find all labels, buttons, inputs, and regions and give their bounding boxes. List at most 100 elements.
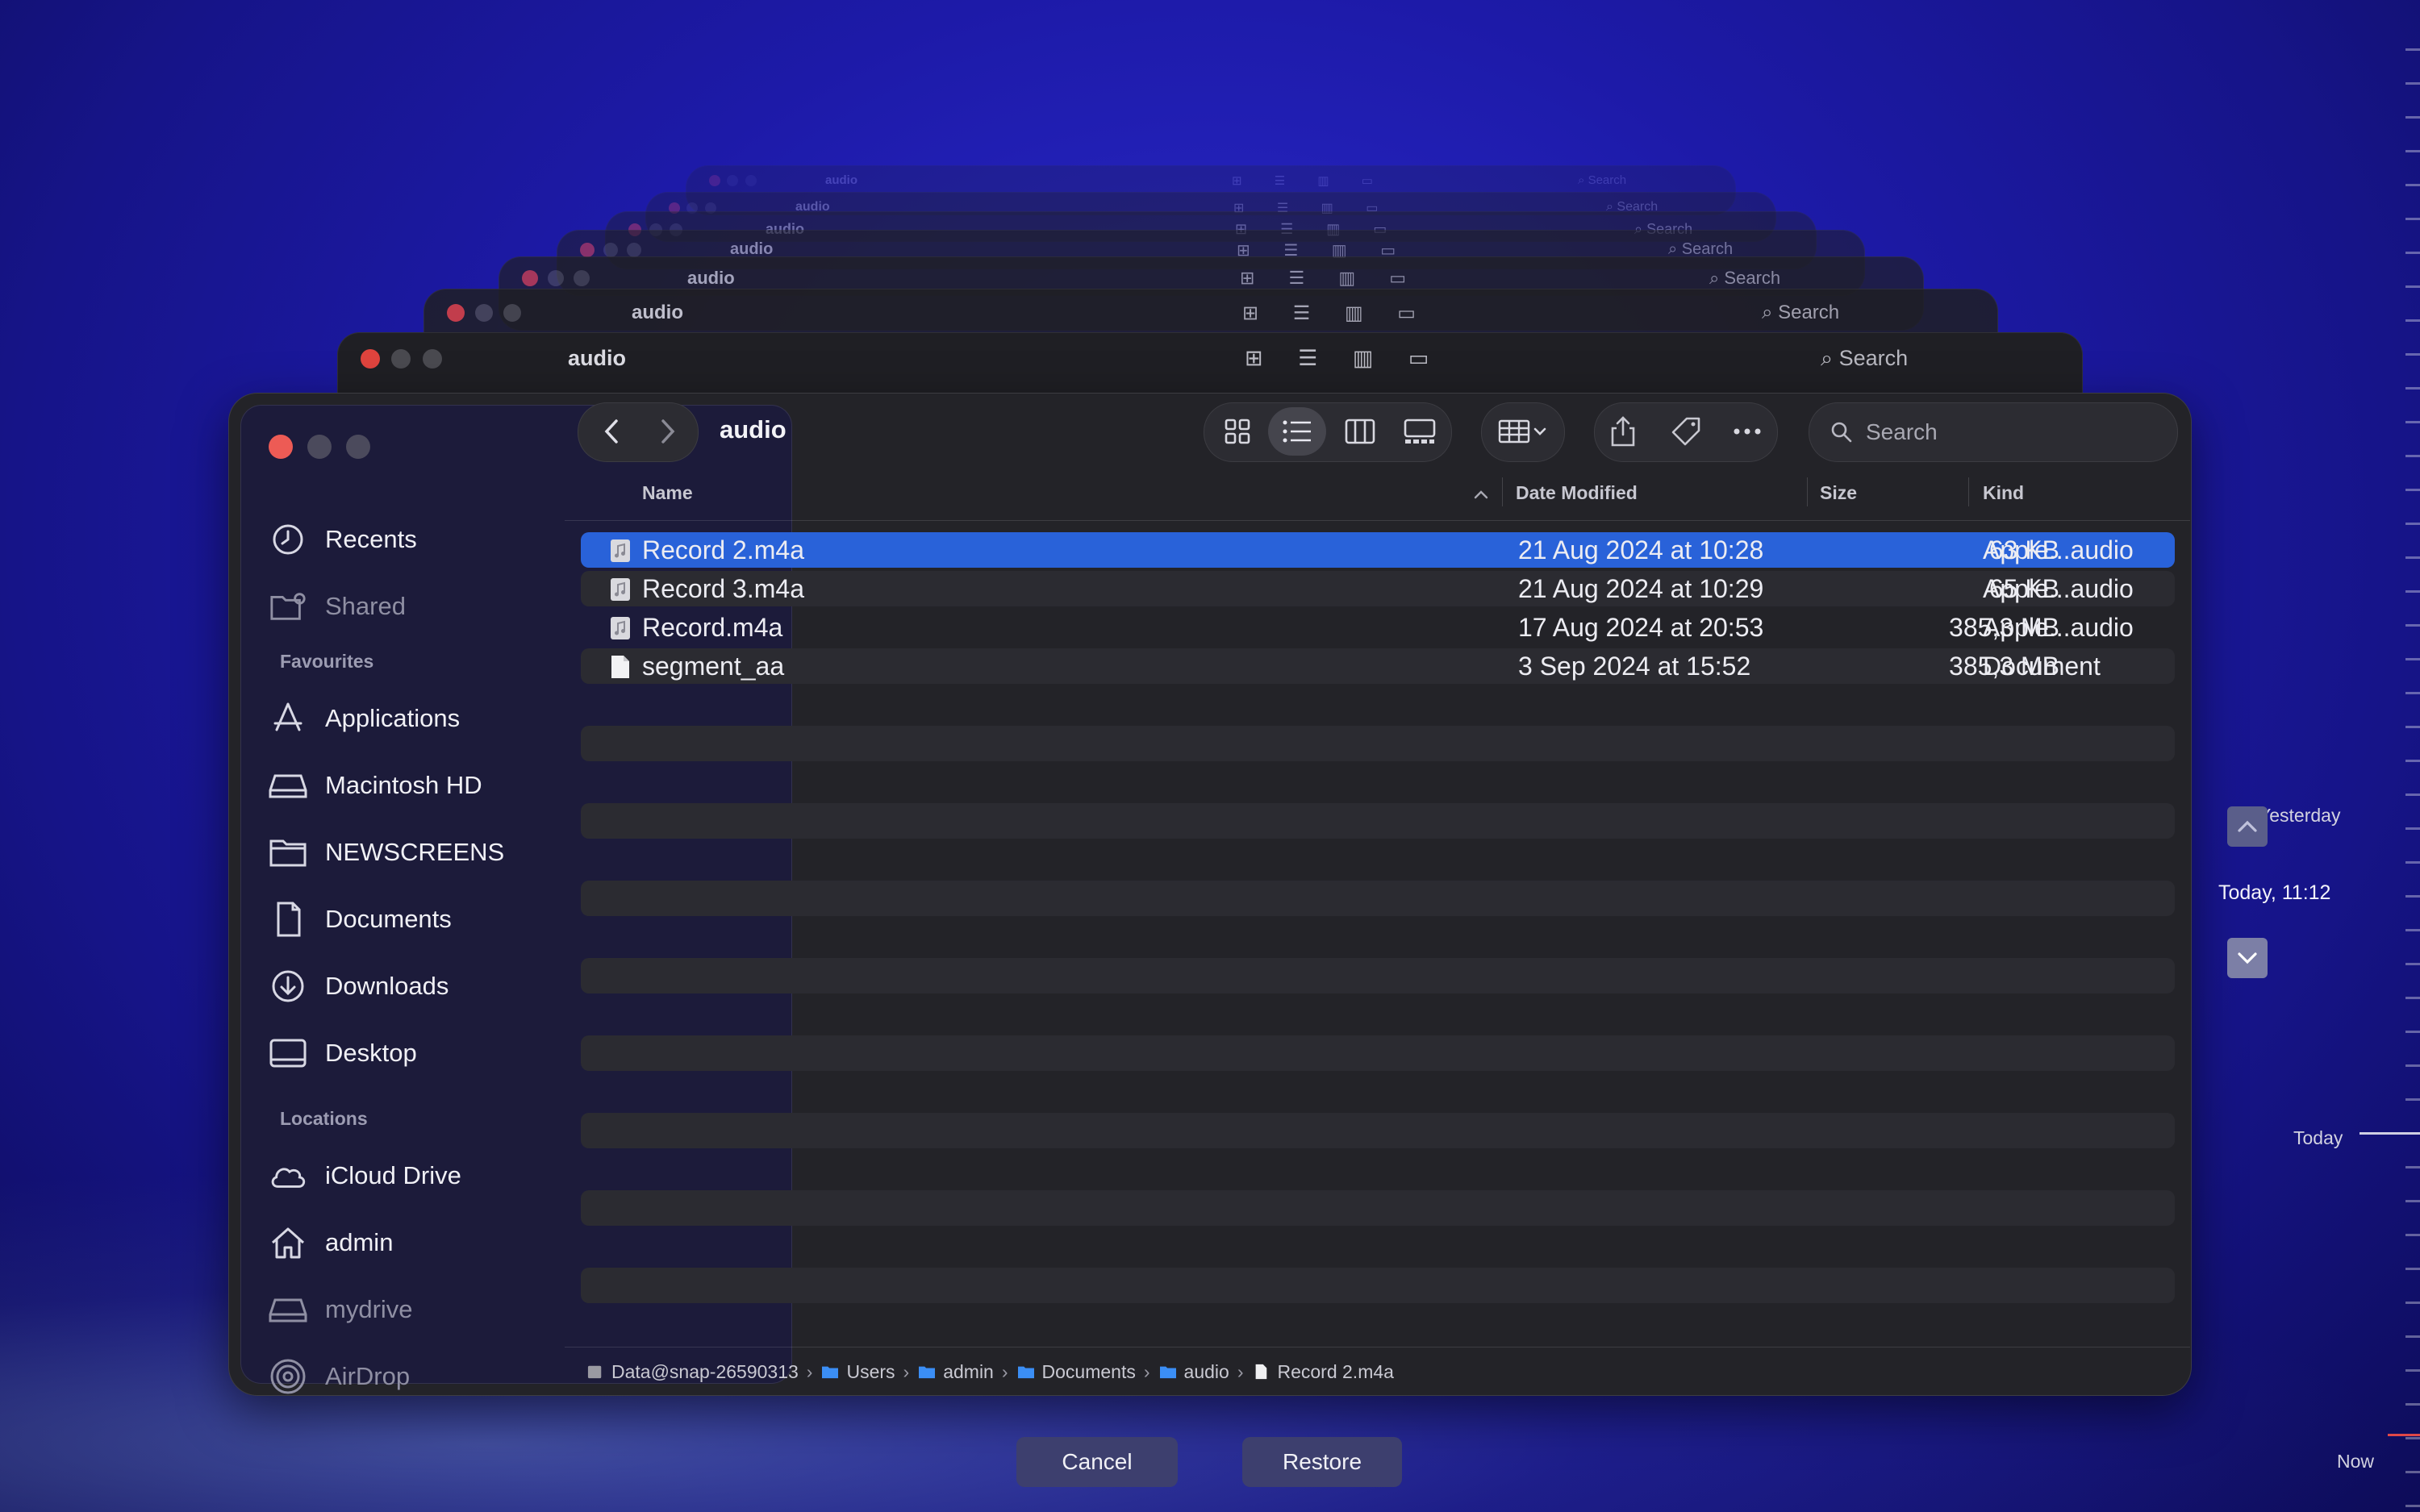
column-separator[interactable] xyxy=(1807,477,1808,506)
path-segment[interactable]: Data@snap-26590313 xyxy=(586,1361,799,1383)
file-date-modified: 17 Aug 2024 at 20:53 xyxy=(1518,613,1764,642)
column-separator[interactable] xyxy=(1968,477,1969,506)
file-row[interactable]: Record.m4a 17 Aug 2024 at 20:53 385,3 MB Ap… xyxy=(581,610,2175,645)
download-icon xyxy=(269,967,307,1006)
folder-icon xyxy=(919,1366,936,1379)
sidebar-item-label: Documents xyxy=(325,905,452,933)
minimize-button[interactable] xyxy=(307,435,332,459)
cancel-button[interactable]: Cancel xyxy=(1016,1437,1178,1487)
list-view-button[interactable] xyxy=(1268,407,1326,456)
window-title: audio xyxy=(720,415,786,444)
empty-row xyxy=(581,1113,2175,1148)
forward-button[interactable] xyxy=(644,407,692,456)
ghost-close-button xyxy=(447,304,465,322)
icon-view-button[interactable] xyxy=(1215,410,1260,452)
timeline-down-button[interactable] xyxy=(2227,938,2268,978)
ghost-window-title: audio xyxy=(632,301,683,323)
restore-button[interactable]: Restore xyxy=(1242,1437,1402,1487)
more-actions-button[interactable] xyxy=(1725,410,1770,452)
file-name: Record.m4a xyxy=(642,613,783,642)
column-separator[interactable] xyxy=(1502,477,1503,506)
file-row[interactable]: segment_aa 3 Sep 2024 at 15:52 385,3 MB Doc… xyxy=(581,648,2175,684)
timeline-tick xyxy=(2405,353,2420,356)
timeline-tick xyxy=(2405,1200,2420,1202)
sidebar-item-label: iCloud Drive xyxy=(325,1161,461,1189)
sidebar-item-label: admin xyxy=(325,1228,394,1256)
timeline-tick xyxy=(2405,1335,2420,1338)
folder-icon xyxy=(1017,1366,1034,1379)
path-segment[interactable]: audio xyxy=(1158,1361,1229,1383)
empty-row xyxy=(581,881,2175,916)
chevron-right-icon: › xyxy=(1237,1360,1244,1382)
back-button[interactable] xyxy=(587,407,636,456)
path-segment-label: Documents xyxy=(1041,1360,1136,1382)
favourites-heading: Favourites xyxy=(280,651,374,672)
column-header-name[interactable]: Name xyxy=(642,482,693,504)
file-date-modified: 3 Sep 2024 at 15:52 xyxy=(1518,652,1751,681)
timeline-tick xyxy=(2405,48,2420,51)
tag-button[interactable] xyxy=(1663,410,1709,452)
ghost-window-button xyxy=(745,175,757,186)
timeline-tick xyxy=(2405,421,2420,423)
timeline-tick xyxy=(2405,82,2420,85)
close-button[interactable] xyxy=(269,435,293,459)
ghost-window-title: audio xyxy=(687,267,735,288)
timeline-tick xyxy=(2405,455,2420,457)
ghost-window-button xyxy=(727,175,739,186)
column-header-kind[interactable]: Kind xyxy=(1983,482,2024,504)
ghost-search-field: ⌕ Search xyxy=(1578,173,1627,187)
sidebar-item-label: Shared xyxy=(325,592,406,620)
file-row[interactable]: Record 2.m4a 21 Aug 2024 at 10:28 63 KB App… xyxy=(581,532,2175,568)
share-icon xyxy=(1611,416,1635,447)
path-segment[interactable]: Record 2.m4a xyxy=(1251,1360,1394,1383)
path-bar-items: Data@snap-26590313 › Users › admin › Documents… xyxy=(586,1358,1394,1385)
timeline-tick xyxy=(2405,150,2420,152)
ghost-close-button xyxy=(580,243,595,257)
ghost-window-button xyxy=(503,304,522,322)
timeline-tick xyxy=(2405,1437,2420,1439)
timeline-tick xyxy=(2405,218,2420,220)
ghost-close-button xyxy=(522,270,538,286)
timeline-up-button[interactable] xyxy=(2227,806,2268,847)
chevron-right-icon xyxy=(661,419,675,444)
sidebar-item-label: NEWSCREENS xyxy=(325,838,505,866)
path-segment-label: Data@snap-26590313 xyxy=(611,1360,799,1382)
empty-row xyxy=(581,1190,2175,1226)
share-button[interactable] xyxy=(1600,410,1646,452)
ghost-window-button xyxy=(391,349,411,369)
empty-row xyxy=(581,803,2175,839)
path-segment-label: Record 2.m4a xyxy=(1277,1360,1394,1382)
empty-row xyxy=(581,1035,2175,1071)
sidebar-item-label: Desktop xyxy=(325,1039,417,1067)
ghost-window-title: audio xyxy=(568,345,626,370)
ghost-window-button xyxy=(548,270,564,286)
timeline-tick xyxy=(2405,861,2420,864)
timeline-now-marker xyxy=(2388,1434,2420,1436)
timeline-tick xyxy=(2405,319,2420,322)
zoom-button[interactable] xyxy=(346,435,370,459)
search-field[interactable]: Search xyxy=(1809,402,2178,462)
ghost-toolbar-icons: ⊞ ☰ ▥ ▭ xyxy=(1245,345,1444,370)
column-view-button[interactable] xyxy=(1337,410,1383,452)
desktop-icon xyxy=(269,1034,307,1073)
group-by-control[interactable] xyxy=(1489,410,1557,452)
path-segment[interactable]: Users xyxy=(820,1361,895,1383)
timeline-current-date: Today, 11:12 xyxy=(2218,881,2331,904)
column-header-size[interactable]: Size xyxy=(1820,482,1857,504)
document-icon xyxy=(269,900,307,939)
gallery-view-button[interactable] xyxy=(1397,410,1442,452)
ghost-window-button xyxy=(475,304,494,322)
path-segment[interactable]: admin xyxy=(917,1361,994,1383)
empty-row xyxy=(581,1268,2175,1303)
sidebar-item-label: Recents xyxy=(325,525,417,553)
gallery-icon xyxy=(1404,419,1436,444)
file-name: Record 3.m4a xyxy=(642,574,804,603)
path-segment[interactable]: Documents xyxy=(1016,1361,1136,1383)
file-name: segment_aa xyxy=(642,652,785,681)
sort-ascending-icon xyxy=(1474,490,1488,499)
search-placeholder: Search xyxy=(1866,419,1938,444)
audio-file-icon xyxy=(611,578,630,601)
timeline-tick xyxy=(2405,1166,2420,1168)
column-header-date[interactable]: Date Modified xyxy=(1516,482,1638,504)
file-row[interactable]: Record 3.m4a 21 Aug 2024 at 10:29 65 KB App… xyxy=(581,571,2175,606)
